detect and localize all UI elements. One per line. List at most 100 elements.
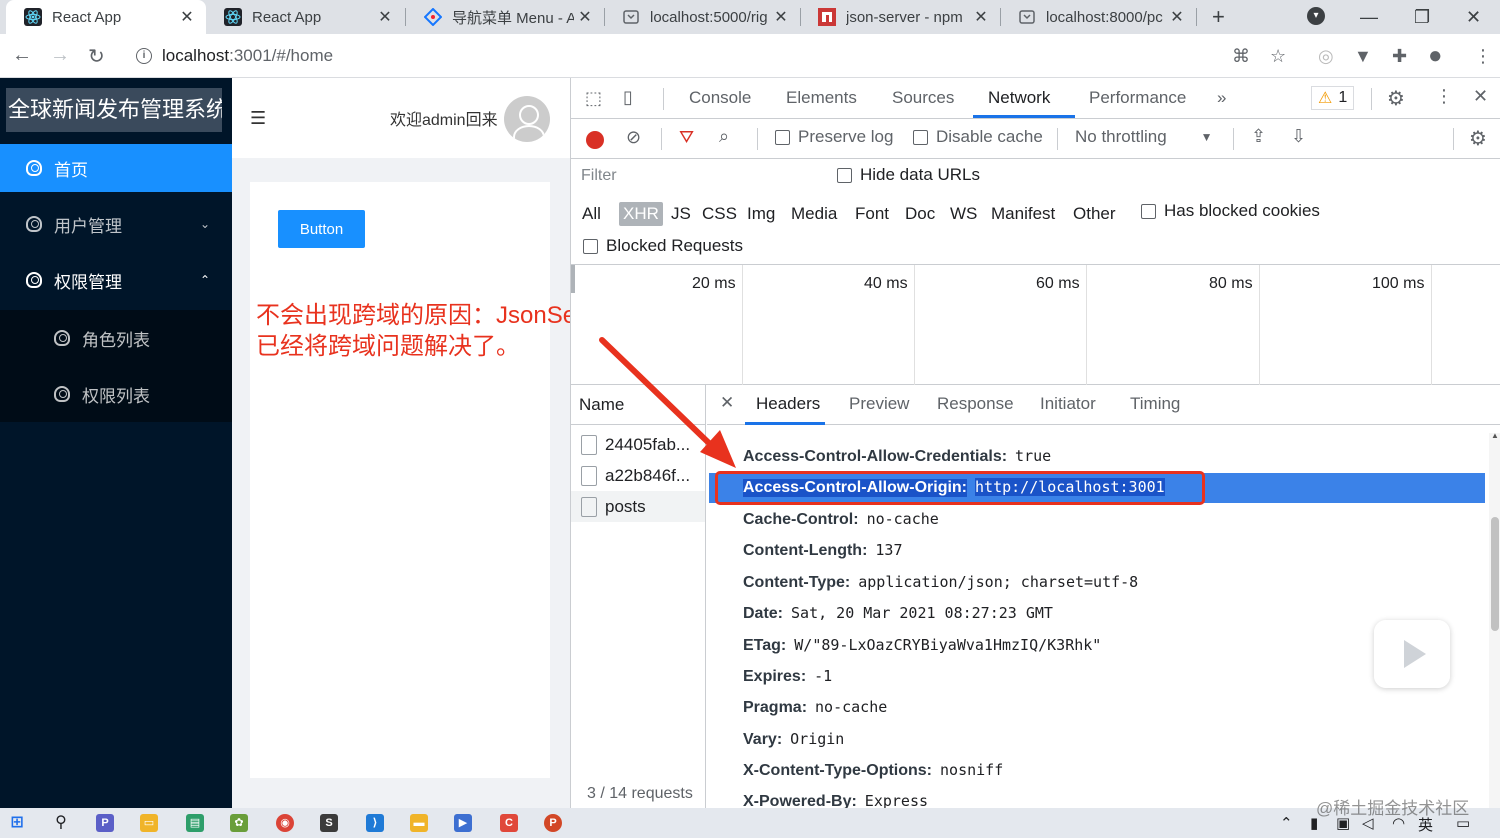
tab-sources[interactable]: Sources	[892, 88, 954, 108]
sidebar-item-user-manage[interactable]: 用户管理 ⌄	[0, 200, 232, 248]
type-filter-all[interactable]: All	[582, 204, 601, 224]
request-row[interactable]: a22b846f...	[571, 460, 705, 491]
site-info-icon[interactable]: i	[136, 48, 152, 64]
browser-tab-localhost-5000[interactable]: localhost:5000/rig ✕	[604, 0, 800, 34]
close-tab-icon[interactable]: ✕	[1166, 7, 1188, 27]
new-tab-button[interactable]: +	[1212, 4, 1225, 30]
detail-scrollbar[interactable]: ▲	[1489, 431, 1500, 808]
device-toolbar-icon[interactable]: ▯	[623, 87, 633, 108]
extension-icon[interactable]: ◎	[1318, 46, 1334, 67]
sublime-icon[interactable]: S	[320, 814, 338, 832]
tab-timing[interactable]: Timing	[1130, 394, 1180, 414]
more-tabs-icon[interactable]: »	[1217, 88, 1226, 108]
close-detail-icon[interactable]: ✕	[720, 393, 734, 413]
tab-performance[interactable]: Performance	[1089, 88, 1186, 108]
browser-tab-react-app[interactable]: React App ✕	[6, 0, 206, 34]
tab-initiator[interactable]: Initiator	[1040, 394, 1096, 414]
customize-menu-icon[interactable]: ⋮	[1435, 86, 1453, 107]
reload-icon[interactable]: ↻	[88, 44, 105, 69]
translate-icon[interactable]: ⌘	[1232, 46, 1250, 67]
type-filter-other[interactable]: Other	[1073, 204, 1116, 224]
filter-input[interactable]: Filter	[581, 167, 815, 187]
close-devtools-icon[interactable]: ✕	[1473, 86, 1488, 107]
app-icon-c[interactable]: C	[500, 814, 518, 832]
preserve-log-checkbox[interactable]: Preserve log	[775, 127, 893, 147]
clear-icon[interactable]: ⊘	[626, 127, 641, 148]
windows-start-icon[interactable]: ⊞	[8, 814, 26, 832]
extensions-puzzle-icon[interactable]: ✚	[1392, 46, 1407, 67]
type-filter-manifest[interactable]: Manifest	[991, 204, 1055, 224]
close-tab-icon[interactable]: ✕	[970, 7, 992, 27]
vscode-icon[interactable]: ⟩	[366, 814, 384, 832]
bookmark-star-icon[interactable]: ☆	[1270, 46, 1286, 67]
app-icon-p[interactable]: P	[96, 814, 114, 832]
throttling-select[interactable]: No throttling ▼	[1075, 127, 1213, 147]
app-icon-terminal[interactable]: ▶	[454, 814, 472, 832]
type-filter-font[interactable]: Font	[855, 204, 889, 224]
inspect-element-icon[interactable]: ⬚	[585, 88, 602, 109]
export-har-icon[interactable]: ⇩	[1291, 126, 1306, 147]
chrome-menu-icon[interactable]: ⋮	[1474, 46, 1492, 67]
browser-tab-antd-menu[interactable]: 导航菜单 Menu - A ✕	[406, 0, 604, 34]
sidebar-item-permission-list[interactable]: 权限列表	[0, 370, 232, 418]
network-timeline[interactable]: 20 ms 40 ms 60 ms 80 ms 100 ms	[571, 265, 1500, 385]
browser-tab-react-app-2[interactable]: React App ✕	[206, 0, 404, 34]
sidebar-item-home[interactable]: 首页	[0, 144, 232, 192]
app-icon-folder[interactable]: ▭	[140, 814, 158, 832]
hide-data-urls-checkbox[interactable]: Hide data URLs	[837, 165, 980, 185]
blocked-requests-checkbox[interactable]: Blocked Requests	[583, 236, 743, 256]
disable-cache-checkbox[interactable]: Disable cache	[913, 127, 1043, 147]
minimize-button[interactable]: —	[1360, 0, 1378, 34]
close-tab-icon[interactable]: ✕	[176, 7, 198, 27]
restore-button[interactable]: ❐	[1414, 0, 1430, 34]
import-har-icon[interactable]: ⇪	[1251, 126, 1266, 147]
tab-elements[interactable]: Elements	[786, 88, 857, 108]
request-row-posts[interactable]: posts	[571, 491, 705, 522]
network-settings-icon[interactable]: ⚙	[1469, 126, 1487, 151]
avatar[interactable]	[504, 96, 550, 142]
file-explorer-icon[interactable]: ▬	[410, 814, 428, 832]
type-filter-css[interactable]: CSS	[702, 204, 737, 224]
close-tab-icon[interactable]: ✕	[770, 7, 792, 27]
tab-search-icon[interactable]: ▾	[1307, 7, 1325, 25]
video-play-icon[interactable]	[1374, 620, 1450, 688]
settings-gear-icon[interactable]: ⚙	[1387, 86, 1405, 111]
tab-response[interactable]: Response	[937, 394, 1014, 414]
tray-chevron-icon[interactable]: ⌃	[1280, 814, 1293, 832]
record-icon[interactable]	[586, 131, 604, 149]
name-column-header[interactable]: Name	[571, 385, 705, 425]
search-icon[interactable]: ⌕	[719, 126, 729, 147]
primary-button[interactable]: Button	[278, 210, 365, 248]
type-filter-js[interactable]: JS	[671, 204, 691, 224]
app-icon-notepad[interactable]: ▤	[186, 814, 204, 832]
filter-icon[interactable]: ⛛	[679, 127, 694, 148]
tab-preview[interactable]: Preview	[849, 394, 909, 414]
forward-icon[interactable]: →	[50, 44, 70, 67]
tab-console[interactable]: Console	[689, 88, 751, 108]
close-window-button[interactable]: ✕	[1466, 0, 1481, 34]
sidebar-item-role-list[interactable]: 角色列表	[0, 314, 232, 362]
close-tab-icon[interactable]: ✕	[374, 7, 396, 27]
has-blocked-cookies-checkbox[interactable]: Has blocked cookies	[1141, 201, 1320, 221]
request-row[interactable]: 24405fab...	[571, 429, 705, 460]
search-icon[interactable]: ⚲	[52, 814, 70, 832]
warning-badge[interactable]: ⚠ 1	[1311, 86, 1355, 110]
tab-network[interactable]: Network	[988, 88, 1050, 108]
back-icon[interactable]: ←	[12, 44, 32, 67]
powerpoint-icon[interactable]: P	[544, 814, 562, 832]
browser-tab-json-server[interactable]: json-server - npm ✕	[800, 0, 1000, 34]
type-filter-doc[interactable]: Doc	[905, 204, 935, 224]
tab-headers[interactable]: Headers	[756, 394, 820, 414]
sidebar-item-permission-manage[interactable]: 权限管理 ⌃	[0, 256, 232, 304]
type-filter-ws[interactable]: WS	[950, 204, 977, 224]
browser-tab-localhost-8000[interactable]: localhost:8000/pc ✕	[1000, 0, 1196, 34]
close-tab-icon[interactable]: ✕	[574, 7, 596, 27]
type-filter-xhr[interactable]: XHR	[619, 202, 663, 226]
vue-devtools-icon[interactable]: ▼	[1354, 46, 1372, 67]
type-filter-media[interactable]: Media	[791, 204, 837, 224]
menu-fold-icon[interactable]: ☰	[250, 108, 266, 129]
type-filter-img[interactable]: Img	[747, 204, 775, 224]
address-bar[interactable]: i localhost:3001/#/home	[124, 39, 1304, 73]
chrome-icon[interactable]: ◉	[276, 814, 294, 832]
profile-icon[interactable]: ●	[1428, 42, 1443, 70]
